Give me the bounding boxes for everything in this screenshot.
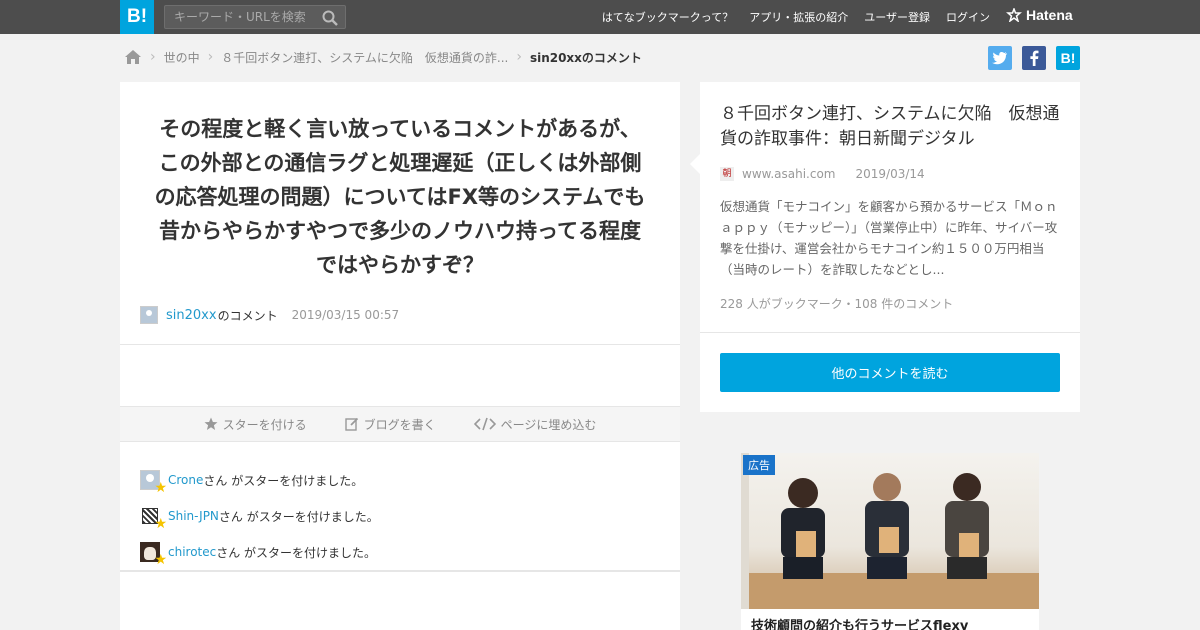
comment-card: その程度と軽く言い放っているコメントがあるが、この外部との通信ラグと処理遅延（正…	[120, 82, 680, 630]
list-item: ★ Shin-JPN さん がスターを付けました。	[140, 498, 379, 534]
twitter-share-button[interactable]	[988, 46, 1012, 70]
search-icon[interactable]	[321, 9, 339, 27]
edit-icon	[344, 417, 358, 431]
avatar[interactable]: ★	[140, 506, 167, 532]
top-bar: B! はてなブックマークって？ アプリ・拡張の紹介 ユーザー登録 ログイン Ha…	[0, 0, 1200, 34]
search-input[interactable]	[165, 6, 315, 28]
star-icon	[204, 417, 218, 430]
search-box	[164, 5, 346, 29]
star-icon: ★	[154, 516, 167, 532]
article-domain-link[interactable]: www.asahi.com	[742, 167, 836, 181]
comment-text: その程度と軽く言い放っているコメントがあるが、この外部との通信ラグと処理遅延（正…	[154, 117, 646, 277]
star-text: さん がスターを付けました。	[218, 509, 379, 524]
top-nav: はてなブックマークって？ アプリ・拡張の紹介 ユーザー登録 ログイン	[602, 0, 990, 34]
facebook-share-button[interactable]	[1022, 46, 1046, 70]
list-item: ★ chirotec さん がスターを付けました。	[140, 534, 379, 570]
article-description: 仮想通貨「モナコイン」を顧客から預かるサービス「Ｍｏｎａｐｐｙ（モナッピー）」（…	[720, 199, 1058, 277]
divider	[120, 344, 680, 345]
add-star-label: スターを付ける	[222, 417, 307, 432]
add-star-button[interactable]: スターを付ける	[204, 416, 307, 433]
star-text: さん がスターを付けました。	[216, 545, 377, 560]
share-buttons: B!	[988, 46, 1080, 70]
breadcrumb: › 世の中 › ８千回ボタン連打、システムに欠陥 仮想通貨の詐... › sin…	[124, 46, 642, 68]
article-card: ８千回ボタン連打、システムに欠陥 仮想通貨の詐取事件：朝日新聞デジタル 朝 ww…	[690, 82, 1080, 412]
hatena-brand-text: Hatena	[1026, 7, 1073, 23]
ad-card[interactable]: 広告 技術顧問の紹介も行うサービスflexy	[741, 453, 1039, 630]
nav-register[interactable]: ユーザー登録	[864, 9, 930, 25]
comment-meta: sin20xx のコメント 2019/03/15 00:57	[140, 306, 399, 324]
read-comments-button[interactable]: 他のコメントを読む	[720, 353, 1060, 392]
embed-button[interactable]: ページに埋め込む	[473, 416, 597, 433]
nav-login[interactable]: ログイン	[946, 9, 990, 25]
code-icon	[473, 417, 496, 431]
star-user-link[interactable]: chirotec	[168, 545, 216, 559]
star-icon: ★	[154, 552, 167, 568]
breadcrumb-current: sin20xxのコメント	[529, 50, 642, 65]
ad-label: 広告	[743, 455, 775, 475]
star-user-link[interactable]: Shin-JPN	[168, 509, 219, 523]
comment-user-link[interactable]: sin20xx	[166, 308, 217, 323]
chevron-right-icon: ›	[516, 49, 522, 65]
star-user-link[interactable]: Crone	[168, 473, 203, 487]
write-blog-button[interactable]: ブログを書く	[344, 416, 436, 433]
ad-title-link[interactable]: 技術顧問の紹介も行うサービスflexy	[751, 615, 968, 630]
hatena-bookmark-share-button[interactable]: B!	[1056, 46, 1080, 70]
hatena-bookmark-logo[interactable]: B!	[120, 0, 154, 34]
article-title-link[interactable]: ８千回ボタン連打、システムに欠陥 仮想通貨の詐取事件：朝日新聞デジタル	[720, 102, 1065, 152]
avatar[interactable]: ★	[140, 470, 167, 496]
card-pointer	[690, 154, 700, 174]
star-list: ★ Crone さん がスターを付けました。 ★ Shin-JPN さん がスタ…	[140, 462, 379, 570]
hatena-logo-icon	[1006, 8, 1022, 22]
article-stats[interactable]: 228 人がブックマーク・108 件のコメント	[720, 295, 953, 312]
divider	[700, 332, 1080, 333]
breadcrumb-item-article[interactable]: ８千回ボタン連打、システムに欠陥 仮想通貨の詐...	[221, 49, 508, 66]
hatena-brand-link[interactable]: Hatena	[1006, 7, 1073, 23]
star-icon: ★	[154, 480, 167, 496]
comment-actions: スターを付ける ブログを書く ページに埋め込む	[120, 406, 680, 442]
twitter-icon	[992, 52, 1007, 65]
home-icon[interactable]	[124, 49, 142, 65]
site-favicon-icon: 朝	[720, 167, 734, 181]
facebook-icon	[1030, 50, 1039, 66]
chevron-right-icon: ›	[150, 49, 156, 65]
nav-apps[interactable]: アプリ・拡張の紹介	[749, 9, 848, 25]
article-date: 2019/03/14	[855, 167, 925, 181]
divider	[120, 570, 680, 572]
embed-label: ページに埋め込む	[500, 417, 597, 432]
write-blog-label: ブログを書く	[363, 417, 436, 432]
star-text: さん がスターを付けました。	[203, 473, 364, 488]
list-item: ★ Crone さん がスターを付けました。	[140, 462, 379, 498]
avatar[interactable]: ★	[140, 542, 167, 568]
comment-date: 2019/03/15 00:57	[291, 308, 400, 322]
chevron-right-icon: ›	[207, 49, 214, 65]
avatar[interactable]	[140, 306, 158, 324]
breadcrumb-item-category[interactable]: 世の中	[164, 49, 200, 66]
article-meta: 朝 www.asahi.com 2019/03/14	[720, 167, 925, 181]
nav-about[interactable]: はてなブックマークって？	[602, 9, 733, 25]
ad-image[interactable]: 広告	[741, 453, 1039, 609]
ad-photo-illustration	[741, 453, 1039, 609]
comment-user-suffix: のコメント	[217, 308, 278, 323]
